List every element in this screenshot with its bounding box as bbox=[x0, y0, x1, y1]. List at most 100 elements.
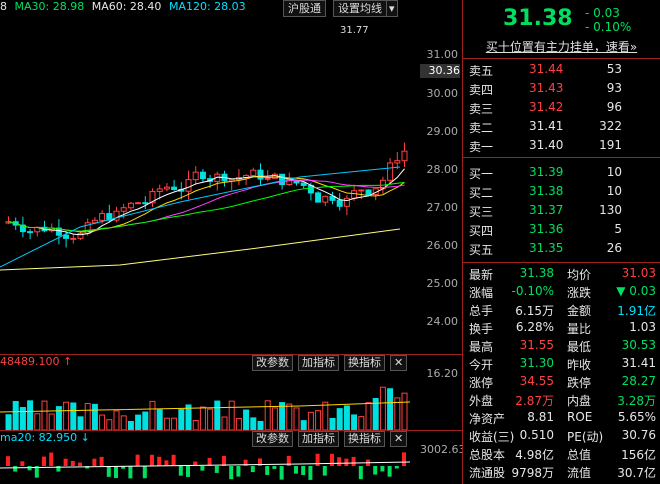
ask-row[interactable]: 卖一 31.40 191 bbox=[463, 138, 660, 156]
stat-label: ROE bbox=[567, 410, 593, 424]
volume-bar bbox=[171, 417, 178, 430]
candle-body bbox=[365, 189, 372, 195]
settings-ma-button[interactable]: 设置均线 bbox=[333, 0, 387, 17]
ask-price: 31.41 bbox=[529, 119, 564, 133]
volume-bar bbox=[343, 405, 350, 430]
macd-bar bbox=[380, 466, 385, 472]
main-order-alert-link[interactable]: 买十位置有主力挂单，速看» bbox=[463, 38, 660, 56]
volume-bar bbox=[264, 400, 271, 430]
macd-bar bbox=[265, 466, 270, 475]
edit-params-button[interactable]: 改参数 bbox=[252, 431, 293, 447]
volume-legend-text: 48489.100 ↑ bbox=[0, 355, 73, 368]
volume-bar bbox=[106, 419, 113, 430]
macd-chart[interactable] bbox=[0, 448, 420, 484]
macd-bar bbox=[200, 466, 205, 471]
bid-price: 31.35 bbox=[529, 241, 564, 255]
market-connect-button[interactable]: 沪股通 bbox=[283, 0, 326, 17]
ask-row[interactable]: 卖四 31.43 93 bbox=[463, 81, 660, 99]
ask-label: 卖三 bbox=[469, 102, 494, 116]
macd-bar bbox=[106, 466, 111, 477]
candle-body bbox=[99, 213, 106, 221]
ask-row[interactable]: 卖五 31.44 53 bbox=[463, 62, 660, 80]
candle-body bbox=[120, 207, 127, 212]
macd-bar bbox=[250, 466, 255, 473]
candle-body bbox=[199, 171, 206, 180]
quote-panel: 31.38 - 0.03 - 0.10% 买十位置有主力挂单，速看» 卖五 31.… bbox=[463, 0, 660, 484]
macd-bar bbox=[186, 466, 190, 477]
volume-bar bbox=[379, 386, 386, 430]
macd-bar bbox=[135, 454, 140, 466]
edit-params-button[interactable]: 改参数 bbox=[252, 355, 293, 371]
add-indicator-button[interactable]: 加指标 bbox=[298, 431, 339, 447]
stat-value: 4.98亿 bbox=[515, 448, 554, 462]
dropdown-arrow-icon[interactable]: ▾ bbox=[386, 0, 398, 17]
stat-row: 收益(三) 0.510 PE(动) 30.76 bbox=[463, 428, 660, 444]
volume-bar bbox=[322, 401, 329, 430]
kline-chart-panel[interactable]: 8 MA30: 28.98 MA60: 28.40 MA120: 28.03 沪… bbox=[0, 0, 466, 484]
stat-row: 最新 31.38 均价 31.03 bbox=[463, 266, 660, 282]
candle-body bbox=[257, 169, 264, 180]
volume-bar bbox=[199, 406, 206, 430]
bid-row[interactable]: 买一 31.39 10 bbox=[463, 165, 660, 183]
volume-legend: 48489.100 ↑ bbox=[0, 355, 72, 372]
stat-row: 今开 31.30 昨收 31.41 bbox=[463, 356, 660, 372]
price-tick: 30.00 bbox=[426, 87, 459, 100]
bid-row[interactable]: 买四 31.36 5 bbox=[463, 222, 660, 240]
stat-value: 5.65% bbox=[617, 410, 656, 424]
switch-indicator-button[interactable]: 换指标 bbox=[344, 431, 385, 447]
volume-bar bbox=[135, 414, 142, 430]
stat-row: 总手 6.15万 金额 1.91亿 bbox=[463, 302, 660, 318]
divider bbox=[463, 262, 660, 263]
candle-body bbox=[343, 197, 350, 207]
stat-label: 均价 bbox=[567, 268, 592, 282]
macd-bar bbox=[322, 466, 327, 476]
candle-body bbox=[63, 234, 70, 239]
bid-row[interactable]: 买三 31.37 130 bbox=[463, 203, 660, 221]
stat-value: 34.55 bbox=[519, 374, 554, 388]
ask-row[interactable]: 卖二 31.41 322 bbox=[463, 119, 660, 137]
volume-bar bbox=[243, 409, 250, 430]
volume-bar bbox=[336, 408, 343, 430]
volume-bar bbox=[250, 417, 257, 430]
candlestick-chart[interactable] bbox=[0, 17, 420, 372]
bid-row[interactable]: 买五 31.35 26 bbox=[463, 241, 660, 259]
candle-body bbox=[135, 202, 142, 205]
add-indicator-button[interactable]: 加指标 bbox=[298, 355, 339, 371]
macd-bar bbox=[6, 456, 10, 466]
macd-bar bbox=[236, 466, 241, 477]
macd-bar bbox=[294, 466, 298, 474]
ask-volume: 93 bbox=[606, 81, 622, 95]
volume-bar bbox=[207, 408, 214, 430]
candle-body bbox=[322, 195, 329, 203]
close-icon[interactable]: ✕ bbox=[390, 355, 408, 371]
price-tick: 26.00 bbox=[426, 239, 459, 252]
stat-label: 最低 bbox=[567, 340, 592, 354]
switch-indicator-button[interactable]: 换指标 bbox=[344, 355, 385, 371]
ma-legend: 8 MA30: 28.98 MA60: 28.40 MA120: 28.03 bbox=[0, 0, 250, 16]
close-icon[interactable]: ✕ bbox=[390, 431, 408, 447]
volume-chart[interactable] bbox=[0, 372, 420, 430]
macd-bar bbox=[164, 460, 169, 466]
candle-body bbox=[387, 162, 394, 181]
volume-bar bbox=[127, 420, 134, 430]
candle-body bbox=[163, 186, 170, 190]
price-tick: 25.00 bbox=[426, 277, 459, 290]
volume-bar bbox=[41, 400, 48, 430]
stat-label: 量比 bbox=[567, 322, 592, 336]
volume-bar bbox=[401, 392, 408, 430]
macd-bar bbox=[63, 458, 68, 466]
volume-bar bbox=[91, 403, 98, 430]
macd-bar bbox=[330, 453, 334, 466]
bid-label: 买三 bbox=[469, 205, 494, 219]
candle-body bbox=[315, 192, 322, 203]
bid-row[interactable]: 买二 31.38 10 bbox=[463, 184, 660, 202]
macd-bar bbox=[42, 456, 46, 466]
stat-value: 3.28万 bbox=[617, 394, 656, 408]
bid-label: 买四 bbox=[469, 224, 494, 238]
macd-bar bbox=[279, 466, 284, 480]
stat-row: 换手 6.28% 量比 1.03 bbox=[463, 320, 660, 336]
stat-label: 今开 bbox=[469, 358, 494, 372]
stat-label: 金额 bbox=[567, 304, 592, 318]
ask-row[interactable]: 卖三 31.42 96 bbox=[463, 100, 660, 118]
candle-body bbox=[401, 150, 408, 162]
